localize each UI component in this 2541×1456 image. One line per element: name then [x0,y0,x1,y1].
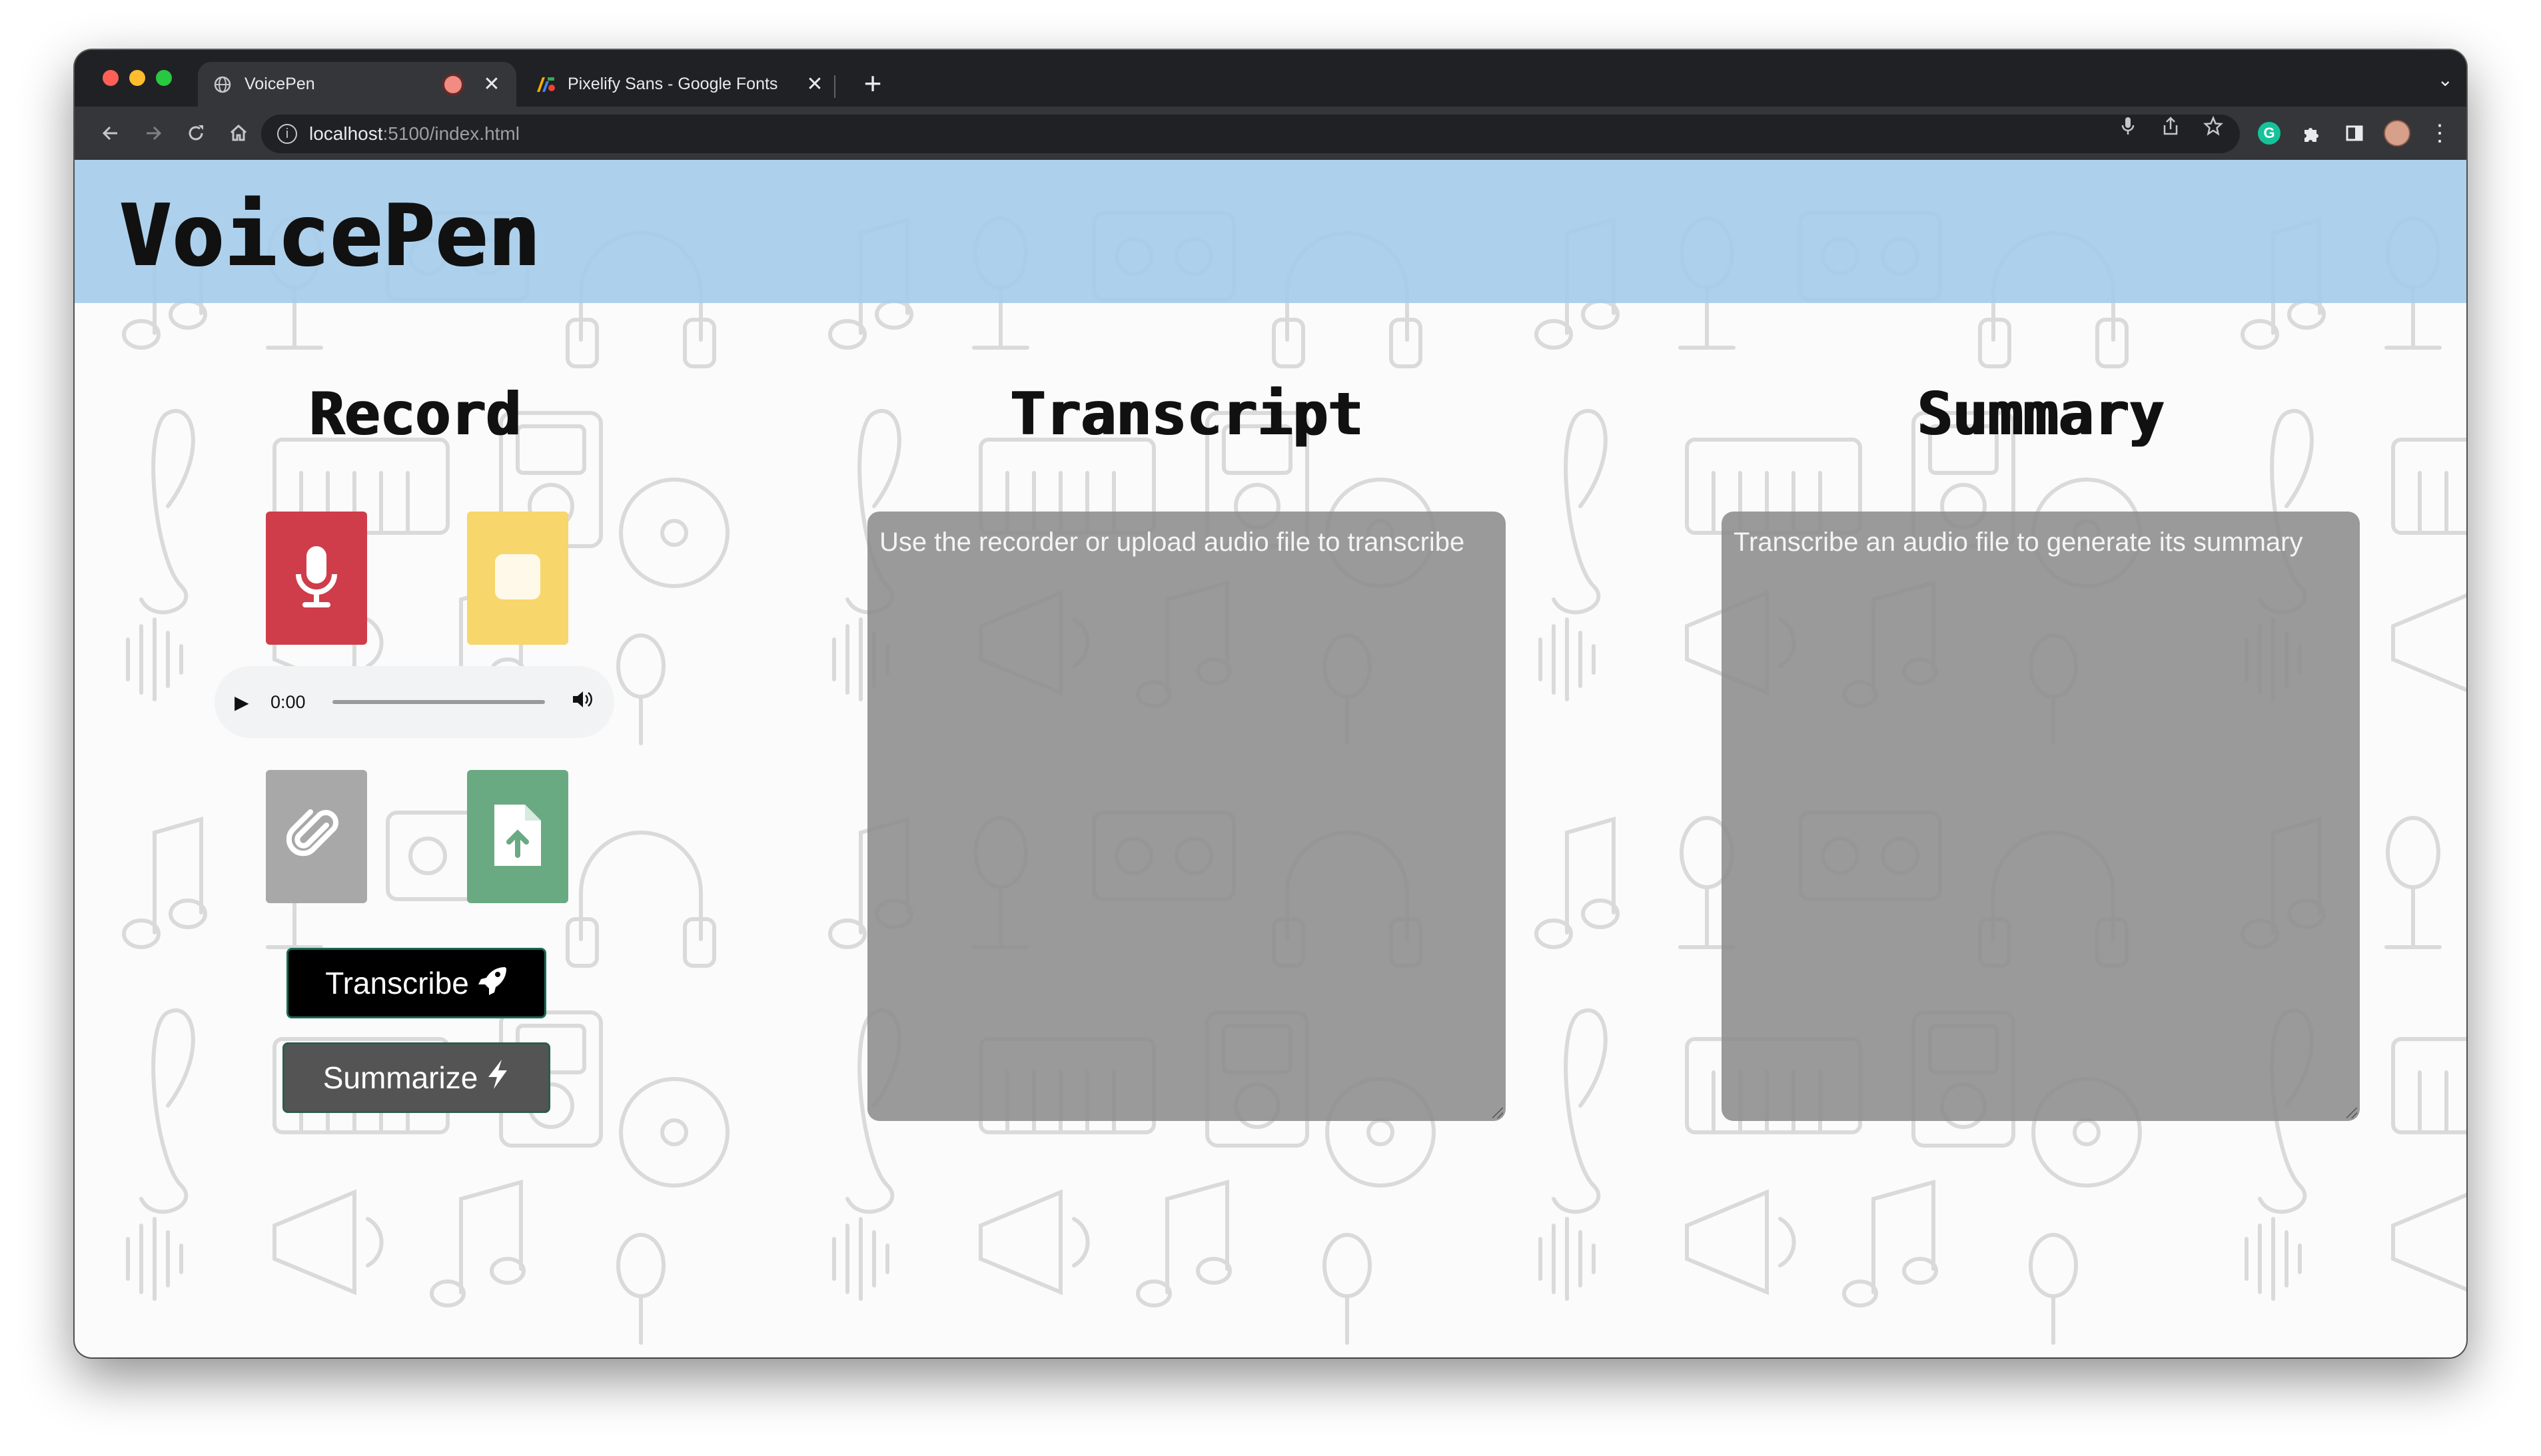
url-host: localhost [309,123,383,144]
summarize-label: Summarize [322,1060,478,1095]
resize-handle[interactable] [2346,1108,2357,1118]
close-tab-icon[interactable]: ✕ [805,73,825,96]
upload-file-button[interactable] [467,770,568,903]
home-button[interactable] [221,116,256,151]
summary-textarea[interactable]: Transcribe an audio file to generate its… [1722,512,2360,1121]
record-button[interactable] [266,512,367,645]
close-tab-icon[interactable]: ✕ [482,73,502,96]
profile-avatar[interactable] [2378,115,2416,152]
transcript-textarea[interactable]: Use the recorder or upload audio file to… [867,512,1506,1121]
microphone-icon [293,544,340,613]
grammarly-icon[interactable]: G [2251,115,2288,152]
google-fonts-icon [536,75,556,95]
close-window-button[interactable] [103,70,119,86]
app-header: VoicePen [75,160,2466,303]
tab-search-chevron-icon[interactable]: ⌄ [2438,69,2453,91]
share-icon[interactable] [2157,116,2184,141]
stop-icon [492,551,543,605]
stop-button[interactable] [467,512,568,645]
tab-title: VoicePen [245,75,315,93]
transcript-title: Transcript [1009,380,1362,448]
maximize-window-button[interactable] [156,70,172,86]
tab-strip: VoicePen ✕ Pixelify Sans - Google Fonts … [75,50,2466,107]
forward-button[interactable] [136,116,171,151]
new-tab-button[interactable]: + [854,65,891,102]
rocket-icon [477,964,508,1002]
address-bar[interactable]: i localhost:5100/index.html [261,115,2240,153]
back-button[interactable] [93,116,128,151]
tab-title: Pixelify Sans - Google Fonts [568,75,778,93]
browser-toolbar: i localhost:5100/index.html G ⋮ [75,107,2466,160]
record-title: Record [308,380,520,448]
url-path: :5100/index.html [382,123,520,144]
player-time: 0:00 [270,691,306,712]
page-viewport: VoicePen Record Transcript Summary ▶ 0:0… [75,160,2466,1357]
tab-voicepen[interactable]: VoicePen ✕ [198,62,516,107]
app-logo: VoicePen [119,186,540,286]
recording-indicator-icon [444,75,462,93]
summary-placeholder: Transcribe an audio file to generate its… [1734,528,2303,557]
volume-icon[interactable] [572,689,594,715]
paperclip-icon [286,805,346,869]
reload-button[interactable] [179,116,213,151]
star-icon[interactable] [2200,115,2227,141]
site-info-icon[interactable]: i [277,124,297,144]
mic-icon[interactable] [2115,116,2141,141]
globe-icon [213,75,233,95]
lightning-icon [486,1058,510,1098]
browser-window: VoicePen ✕ Pixelify Sans - Google Fonts … [75,50,2466,1357]
side-panel-icon[interactable] [2336,115,2373,152]
transcript-placeholder: Use the recorder or upload audio file to… [879,528,1465,557]
transcribe-label: Transcribe [325,966,469,1000]
player-progress-track[interactable] [332,700,545,704]
minimize-window-button[interactable] [129,70,145,86]
extensions-icon[interactable] [2293,115,2330,152]
audio-player[interactable]: ▶ 0:00 [215,666,614,738]
tab-separator [834,75,835,98]
transcribe-button[interactable]: Transcribe [286,948,546,1018]
play-icon[interactable]: ▶ [235,691,254,713]
summarize-button[interactable]: Summarize [282,1042,550,1113]
summary-title: Summary [1916,380,2164,448]
attach-file-button[interactable] [266,770,367,903]
tab-google-fonts[interactable]: Pixelify Sans - Google Fonts ✕ [521,62,839,107]
file-upload-icon [492,802,544,872]
resize-handle[interactable] [1492,1108,1503,1118]
menu-icon[interactable]: ⋮ [2421,115,2458,152]
